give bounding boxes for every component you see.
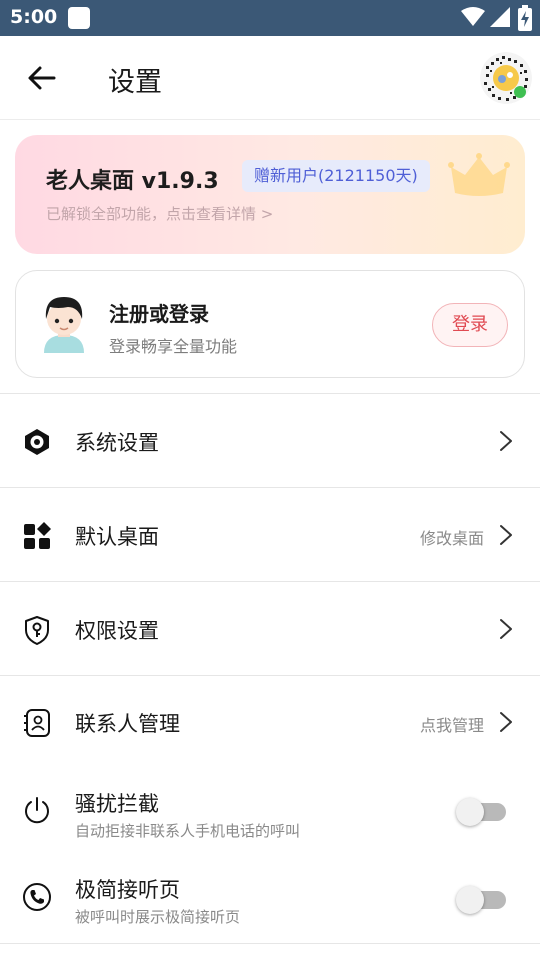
battery-charging-icon <box>518 5 532 31</box>
manage-contacts-hint: 点我管理 <box>419 716 484 735</box>
login-title: 注册或登录 <box>109 302 209 326</box>
minimal-answer-toggle[interactable] <box>456 885 508 915</box>
change-desktop-hint: 修改桌面 <box>419 529 484 548</box>
phone-icon <box>23 883 51 911</box>
app-grid-icon <box>24 522 51 549</box>
login-button[interactable]: 登录 <box>432 303 508 347</box>
vip-subtitle: 已解锁全部功能，点击查看详情 > <box>46 205 274 223</box>
contact-book-icon <box>24 709 50 737</box>
chevron-right-icon <box>500 431 512 451</box>
settings-row-label: 联系人管理 <box>75 712 180 736</box>
wifi-icon <box>461 7 485 26</box>
crown-icon <box>448 153 510 196</box>
shield-key-icon <box>25 616 49 645</box>
settings-row-label: 骚扰拦截 <box>75 792 159 816</box>
qr-code-avatar-icon[interactable] <box>480 52 532 104</box>
settings-row-label: 系统设置 <box>75 431 159 455</box>
chevron-right-icon <box>500 525 512 545</box>
settings-row-minimal-answer: 极简接听页 被呼叫时展示极简接听页 <box>0 856 540 942</box>
login-subtitle: 登录畅享全量功能 <box>109 337 238 356</box>
cellular-icon <box>490 7 510 27</box>
chevron-right-icon <box>500 619 512 639</box>
settings-row-description: 被呼叫时展示极简接听页 <box>75 908 241 926</box>
chevron-right-icon <box>500 712 512 732</box>
settings-row-system[interactable]: 系统设置 <box>0 394 540 487</box>
page-title: 设置 <box>108 67 162 98</box>
app-bar: 设置 <box>0 36 540 120</box>
app-version-title: 老人桌面 v1.9.3 <box>46 169 219 194</box>
login-card[interactable]: 注册或登录 登录畅享全量功能 登录 <box>15 270 525 378</box>
toggle-thumb <box>456 798 484 826</box>
harassment-block-toggle[interactable] <box>456 797 508 827</box>
settings-row-contacts[interactable]: 联系人管理 点我管理 <box>0 676 540 769</box>
toggle-thumb <box>456 886 484 914</box>
settings-row-label: 默认桌面 <box>75 525 159 549</box>
vip-card[interactable]: 老人桌面 v1.9.3 赠新用户(2121150天) 已解锁全部功能，点击查看详… <box>15 135 525 254</box>
settings-row-default-desktop[interactable]: 默认桌面 修改桌面 <box>0 488 540 581</box>
arrow-left-icon[interactable] <box>26 64 58 92</box>
notification-icon <box>68 7 90 29</box>
settings-row-description: 自动拒接非联系人手机电话的呼叫 <box>75 822 301 840</box>
settings-row-label: 极简接听页 <box>75 878 180 902</box>
power-icon <box>25 797 49 824</box>
status-time: 5:00 <box>10 6 58 28</box>
boy-avatar-icon <box>44 297 84 353</box>
settings-row-label: 权限设置 <box>75 619 159 643</box>
settings-row-permissions[interactable]: 权限设置 <box>0 582 540 675</box>
status-bar: 5:00 <box>0 0 540 36</box>
membership-badge: 赠新用户(2121150天) <box>242 160 430 192</box>
settings-row-harassment-block: 骚扰拦截 自动拒接非联系人手机电话的呼叫 <box>0 770 540 856</box>
gear-hexagon-icon <box>25 429 49 455</box>
bottom-divider <box>0 943 540 944</box>
